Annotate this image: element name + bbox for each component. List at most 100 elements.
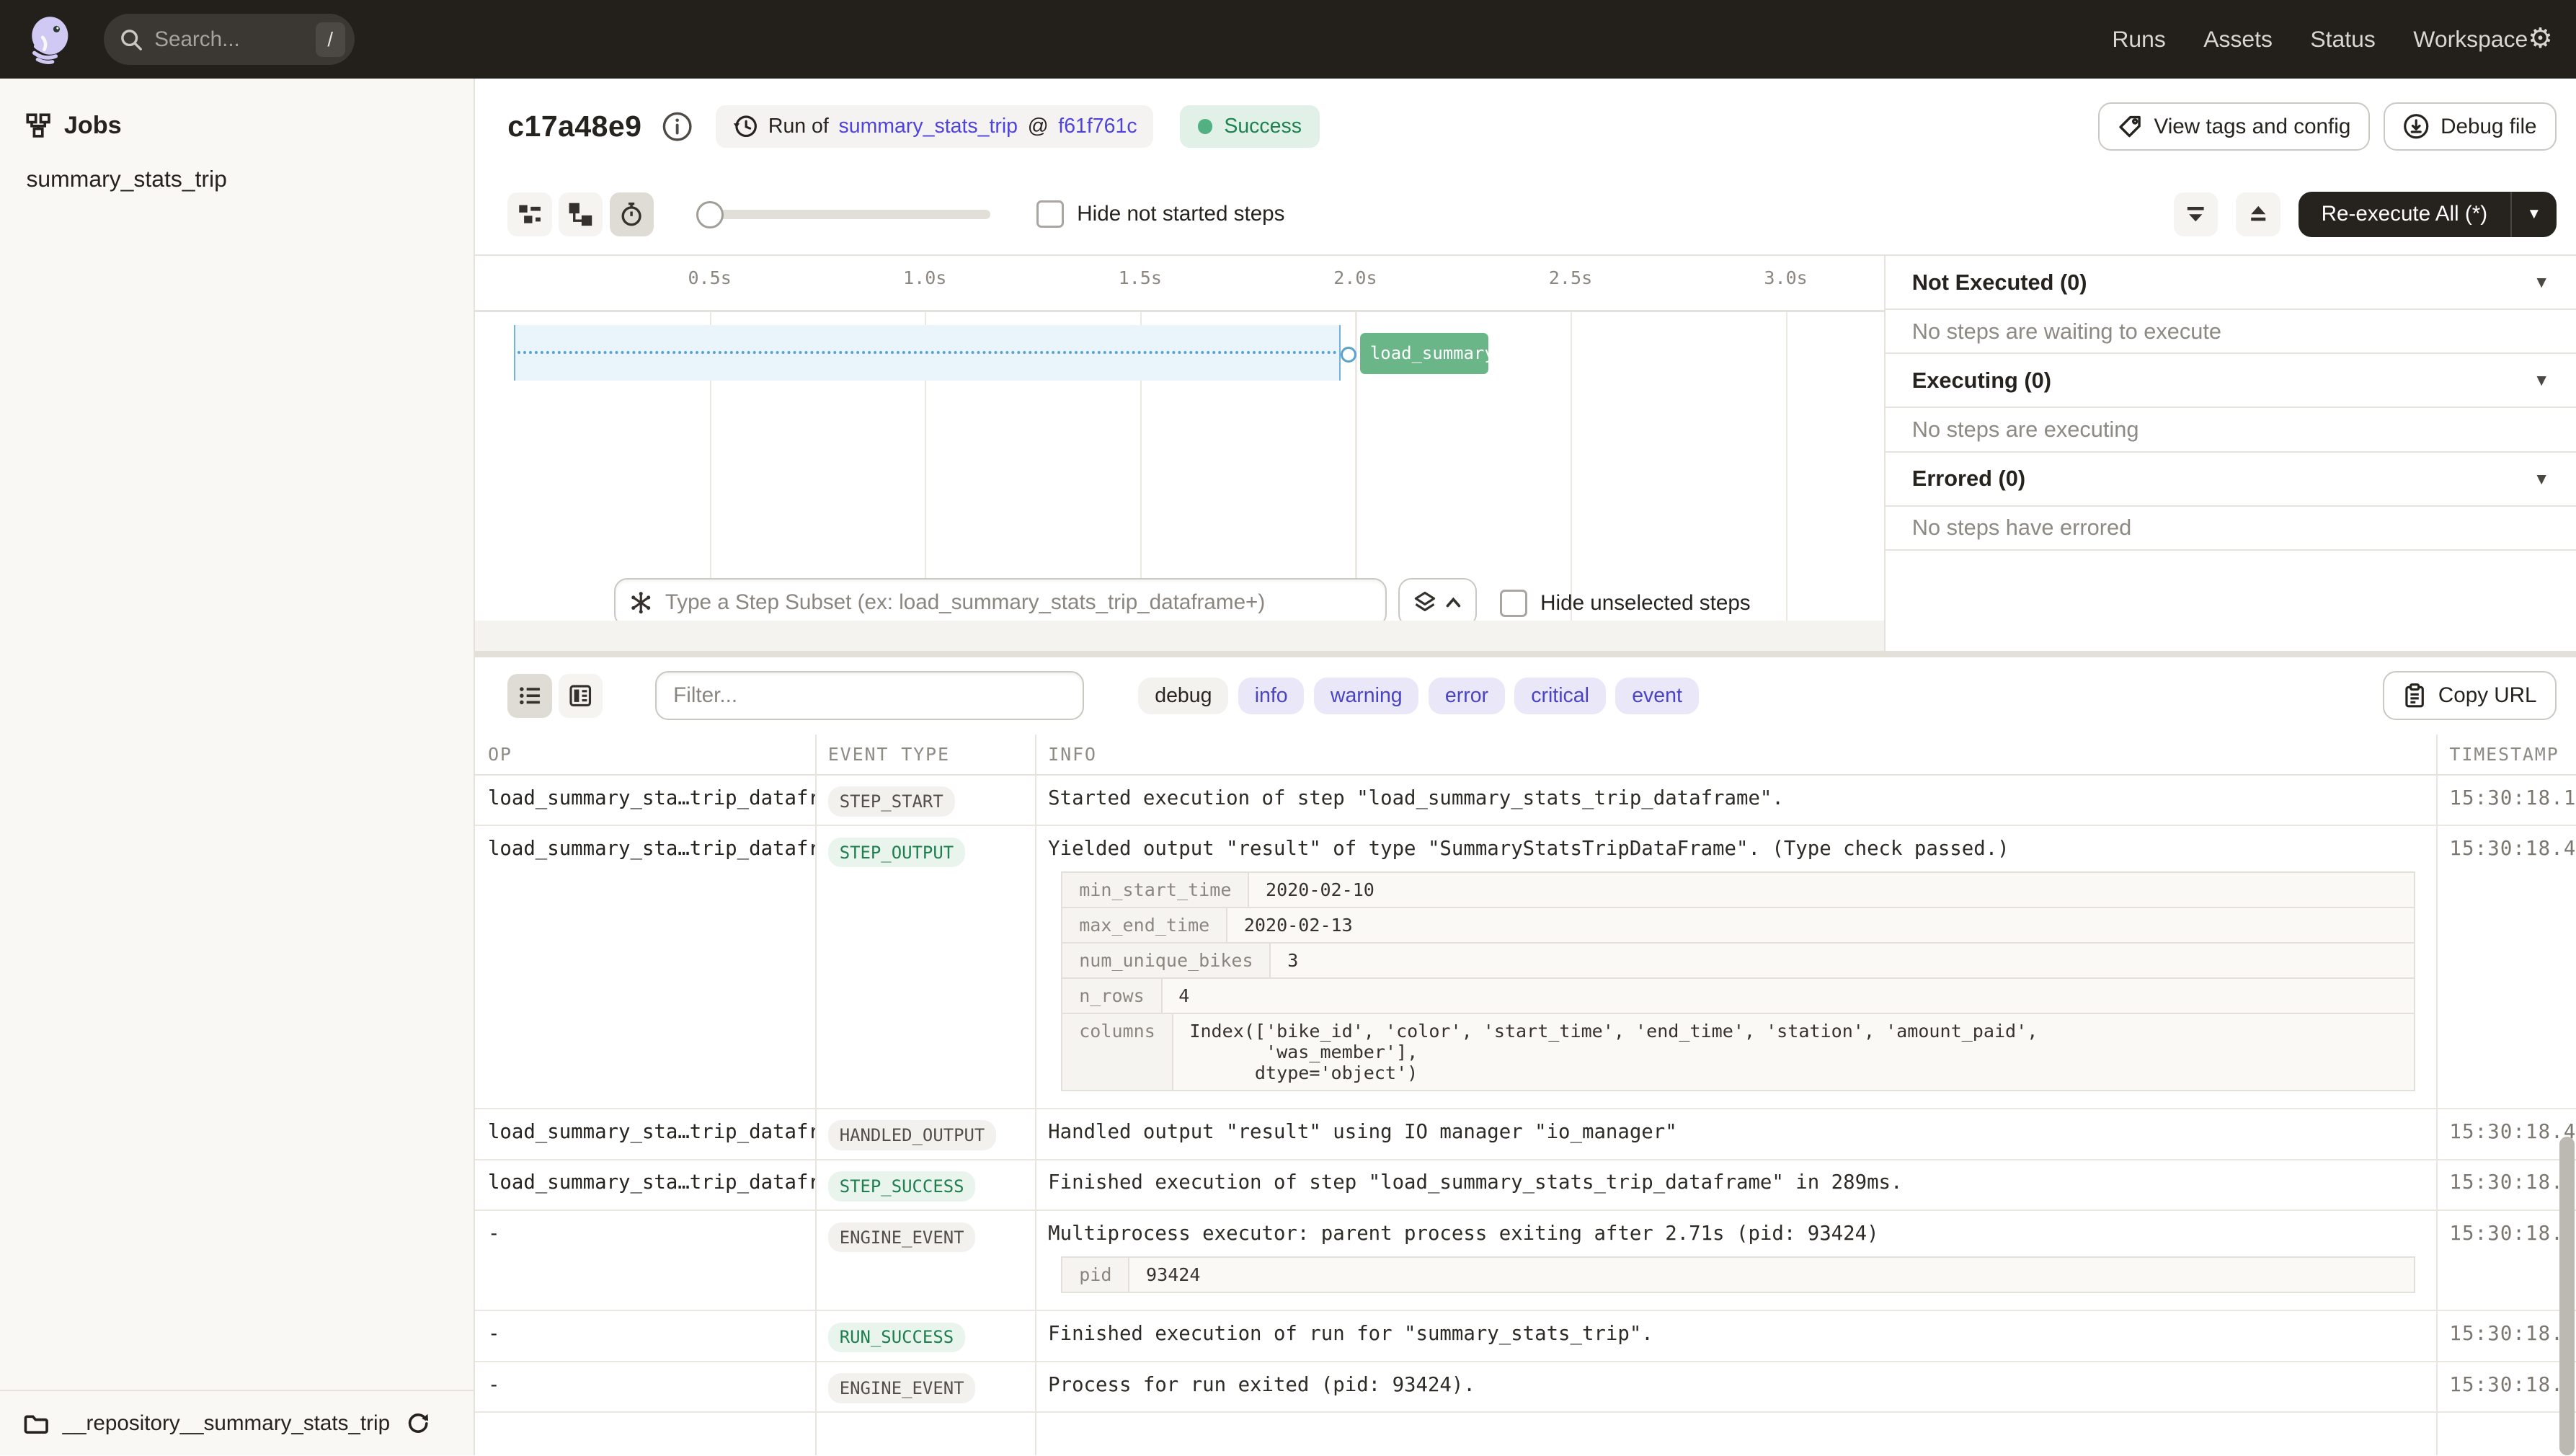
- copy-url-button[interactable]: Copy URL: [2383, 671, 2557, 720]
- checkbox-icon[interactable]: [1036, 200, 1064, 228]
- log-row[interactable]: load_summary_sta…trip_dataframeSTEP_SUCC…: [475, 1160, 2576, 1212]
- run-at-separator: @: [1028, 115, 1049, 138]
- panel-section-empty-text: No steps have errored: [1886, 507, 2576, 551]
- run-info-icon[interactable]: [662, 111, 693, 142]
- axis-tick-label: 1.0s: [876, 267, 974, 288]
- log-row[interactable]: load_summary_sta…trip_dataframeHANDLED_O…: [475, 1109, 2576, 1160]
- jobs-icon: [26, 113, 50, 138]
- log-table-rows: load_summary_sta…trip_dataframeSTEP_STAR…: [475, 776, 2576, 1413]
- log-row[interactable]: -ENGINE_EVENTProcess for run exited (pid…: [475, 1362, 2576, 1413]
- log-filter-input[interactable]: [655, 671, 1084, 720]
- view-tags-config-button[interactable]: View tags and config: [2098, 102, 2370, 151]
- log-toolbar: debug infowarning errorcritical event Copy …: [475, 657, 2576, 734]
- log-table: OPEVENT TYPEINFOTIMESTAMP load_summary_s…: [475, 734, 2576, 1456]
- filter-runs-button[interactable]: [2174, 192, 2219, 237]
- panel-section-header[interactable]: Executing (0)▼: [1886, 354, 2576, 408]
- gantt-footer-strip: [475, 621, 1885, 652]
- chevron-down-icon[interactable]: ▼: [2533, 469, 2550, 489]
- metadata-value: 3: [1271, 944, 1315, 977]
- search-icon: [120, 28, 143, 51]
- chevron-down-icon[interactable]: ▼: [2533, 370, 2550, 390]
- nav-link-assets[interactable]: Assets: [2203, 26, 2273, 53]
- panel-section-empty-text: No steps are waiting to execute: [1886, 310, 2576, 354]
- run-job-link[interactable]: summary_stats_trip: [839, 115, 1018, 138]
- column-header: EVENT TYPE: [815, 744, 1035, 765]
- log-list-view-button[interactable]: [507, 674, 552, 719]
- log-level-chips: debug infowarning errorcritical event: [1138, 678, 1698, 714]
- chevron-down-icon[interactable]: ▼: [2533, 272, 2550, 292]
- debug-file-button[interactable]: Debug file: [2384, 102, 2557, 151]
- section-divider: [475, 651, 2576, 657]
- metadata-table: min_start_time2020-02-10max_end_time2020…: [1061, 871, 2403, 1091]
- global-search-box[interactable]: Search... /: [104, 14, 355, 65]
- copy-url-label: Copy URL: [2438, 683, 2537, 708]
- log-row[interactable]: load_summary_sta…trip_dataframeSTEP_STAR…: [475, 776, 2576, 827]
- graph-query-toggle-button[interactable]: [1398, 578, 1477, 627]
- nav-link-status[interactable]: Status: [2310, 26, 2375, 53]
- nav-link-runs[interactable]: Runs: [2112, 26, 2165, 53]
- run-of-prefix: Run of: [768, 115, 829, 138]
- repository-footer: __repository__summary_stats_trip: [0, 1390, 474, 1455]
- axis-tick-label: 2.5s: [1522, 267, 1620, 288]
- log-level-chip-debug[interactable]: debug: [1138, 678, 1228, 714]
- eject-button[interactable]: [2236, 192, 2280, 237]
- reexecute-split-button: Re-execute All (*) ▼: [2299, 192, 2557, 238]
- tag-icon: [2118, 114, 2142, 138]
- column-header: INFO: [1035, 744, 2436, 765]
- vertical-scrollbar[interactable]: [2559, 1137, 2575, 1455]
- dependency-dashed-line: [518, 351, 1337, 354]
- reexecute-all-button[interactable]: Re-execute All (*): [2299, 192, 2510, 238]
- info-text: Handled output "result" using IO manager…: [1048, 1121, 2403, 1143]
- panel-section-title: Errored (0): [1912, 466, 2025, 492]
- metadata-value: 2020-02-10: [1249, 873, 1390, 907]
- step-subset-input[interactable]: [614, 578, 1386, 627]
- log-row[interactable]: -ENGINE_EVENTMultiprocess executor: pare…: [475, 1211, 2576, 1311]
- run-status-label: Success: [1224, 115, 1302, 138]
- hide-not-started-checkbox[interactable]: Hide not started steps: [1036, 200, 1284, 228]
- event-type-cell: RUN_SUCCESS: [815, 1311, 1035, 1361]
- op-cell: -: [475, 1311, 815, 1361]
- op-cell: load_summary_sta…trip_dataframe: [475, 1109, 815, 1159]
- log-level-chip-warning[interactable]: warning: [1314, 678, 1418, 714]
- column-divider: [1035, 734, 1036, 1456]
- info-cell: Handled output "result" using IO manager…: [1035, 1109, 2436, 1159]
- log-level-chip-critical[interactable]: critical: [1514, 678, 1605, 714]
- event-type-cell: ENGINE_EVENT: [815, 1211, 1035, 1310]
- log-level-chip-event[interactable]: event: [1615, 678, 1698, 714]
- axis-gridline: [1786, 312, 1787, 621]
- checkbox-icon[interactable]: [1500, 590, 1527, 617]
- gantt-step-box[interactable]: load_summary_stats_trip_dataframe: [1360, 333, 1488, 374]
- timestamp-cell: 15:30:18.904: [2436, 1311, 2576, 1361]
- metadata-row: max_end_time2020-02-13: [1061, 907, 2415, 944]
- log-level-chip-error[interactable]: error: [1429, 678, 1505, 714]
- reexecute-dropdown-caret[interactable]: ▼: [2510, 192, 2557, 238]
- log-row[interactable]: -RUN_SUCCESS Finished execution of run fo…: [475, 1311, 2576, 1362]
- sidebar-item-job[interactable]: summary_stats_trip: [0, 140, 474, 192]
- timestamp-cell: 15:30:18.929: [2436, 1362, 2576, 1412]
- gantt-section: 0.5s1.0s1.5s2.0s2.5s3.0s load_summary_st…: [475, 254, 2576, 652]
- nav-link-workspace[interactable]: Workspace: [2413, 26, 2528, 53]
- view-tags-config-label: View tags and config: [2154, 115, 2350, 139]
- metadata-value: 4: [1163, 979, 1207, 1013]
- log-structured-view-button[interactable]: [559, 674, 603, 719]
- flat-view-button[interactable]: [507, 192, 552, 237]
- timed-view-button[interactable]: [610, 192, 654, 237]
- dagster-logo-icon[interactable]: [25, 15, 74, 64]
- reload-repository-icon[interactable]: [407, 1412, 430, 1435]
- info-text: Finished execution of run for "summary_s…: [1048, 1323, 2403, 1345]
- panel-section-header[interactable]: Errored (0) ▼: [1886, 453, 2576, 507]
- info-text: Yielded output "result" of type "Summary…: [1048, 838, 2403, 860]
- waterfall-view-button[interactable]: [559, 192, 603, 237]
- log-level-chip-info[interactable]: info: [1238, 678, 1305, 714]
- log-row[interactable]: load_summary_sta…trip_dataframeSTEP_OUTP…: [475, 826, 2576, 1109]
- gantt-zoom-slider[interactable]: [696, 201, 990, 227]
- hide-not-started-label: Hide not started steps: [1077, 202, 1284, 226]
- hide-unselected-checkbox[interactable]: Hide unselected steps: [1500, 590, 1751, 617]
- settings-gear-icon[interactable]: ⚙: [2528, 25, 2553, 53]
- axis-tick-label: 1.5s: [1091, 267, 1189, 288]
- slider-knob[interactable]: [696, 201, 724, 228]
- run-version-link[interactable]: f61f761c: [1058, 115, 1137, 138]
- panel-section-header[interactable]: Not Executed (0)▼: [1886, 256, 2576, 310]
- event-type-cell: ENGINE_EVENT: [815, 1362, 1035, 1412]
- gantt-chart: 0.5s1.0s1.5s2.0s2.5s3.0s load_summary_st…: [475, 256, 1885, 652]
